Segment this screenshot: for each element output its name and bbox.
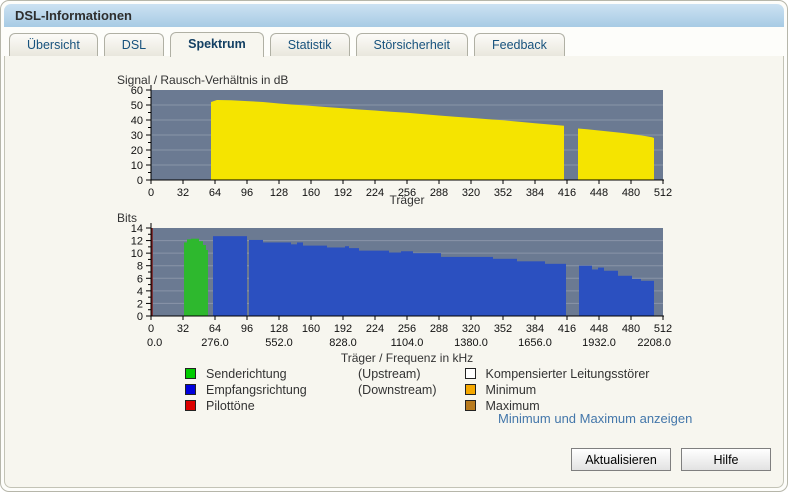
svg-text:512: 512 — [654, 323, 672, 335]
svg-text:1932.0: 1932.0 — [582, 337, 616, 349]
svg-text:60: 60 — [131, 85, 143, 97]
svg-text:288: 288 — [430, 323, 448, 335]
chart-svg: Bits024681012140 32 64 96 128 160 192 224 256 288… — [117, 211, 672, 365]
svg-text:552.0: 552.0 — [265, 337, 293, 349]
svg-text:64: 64 — [209, 187, 221, 199]
svg-text:10: 10 — [131, 160, 143, 172]
svg-text:128: 128 — [270, 323, 288, 335]
svg-text:276.0: 276.0 — [201, 337, 229, 349]
svg-text:12: 12 — [131, 236, 143, 248]
refresh-button[interactable]: Aktualisieren — [571, 448, 671, 471]
svg-text:192: 192 — [334, 187, 352, 199]
legend-item-kompensierter-leitungsstoerer: Kompensierter Leitungsstörer — [464, 366, 650, 381]
legend-label: Pilottöne — [206, 398, 255, 413]
svg-text:50: 50 — [131, 100, 143, 112]
svg-text:14: 14 — [131, 223, 143, 235]
svg-text:320: 320 — [462, 187, 480, 199]
svg-text:20: 20 — [131, 145, 143, 157]
legend-swatch-upstream — [185, 368, 196, 379]
svg-text:224: 224 — [366, 323, 384, 335]
svg-text:0: 0 — [137, 175, 143, 187]
tab-stoersicherheit[interactable]: Störsicherheit — [355, 33, 468, 56]
tab-dsl[interactable]: DSL — [103, 33, 165, 56]
svg-text:352: 352 — [494, 323, 512, 335]
legend-label: Minimum — [485, 382, 537, 397]
dsl-informationen-window: DSL-Informationen Übersicht DSL Spektrum St… — [0, 0, 788, 492]
svg-text:2208.0: 2208.0 — [637, 337, 671, 349]
legend-swatch-kompensierter-leitungsstoerer — [464, 368, 476, 379]
legend-swatch-maximum — [464, 400, 476, 411]
button-row: Aktualisieren Hilfe — [571, 448, 771, 471]
svg-text:224: 224 — [366, 187, 384, 199]
svg-text:160: 160 — [302, 187, 320, 199]
svg-text:128: 128 — [270, 187, 288, 199]
svg-text:40: 40 — [131, 115, 143, 127]
bits-chart: Bits 0 2 4 6 8 10 12 14 0 32 64 96 128 160 192 224 256 288… — [107, 210, 693, 371]
svg-text:352: 352 — [494, 187, 512, 199]
legend-swatch-downstream — [185, 384, 196, 395]
svg-text:96: 96 — [241, 187, 253, 199]
svg-text:384: 384 — [526, 323, 544, 335]
svg-text:1380.0: 1380.0 — [454, 337, 488, 349]
legend-label: Kompensierter Leitungsstörer — [485, 366, 650, 381]
legend-note: (Downstream) — [358, 382, 437, 397]
tab-spektrum[interactable]: Spektrum — [170, 32, 264, 57]
svg-text:288: 288 — [430, 187, 448, 199]
snr-chart: Signal / Rausch-Verhältnis in dB 0 10 20 30 4… — [107, 72, 679, 213]
window-panel: DSL-Informationen Übersicht DSL Spektrum St… — [0, 0, 788, 492]
svg-text:416: 416 — [558, 323, 576, 335]
spektrum-tab-panel: Signal / Rausch-Verhältnis in dB 0 10 20 30 4… — [4, 56, 784, 488]
legend-note: (Upstream) — [358, 366, 421, 381]
tab-statistik[interactable]: Statistik — [269, 33, 350, 56]
tab-feedback[interactable]: Feedback — [473, 33, 565, 56]
svg-text:6: 6 — [137, 273, 143, 285]
legend-swatch-pilottoene — [185, 400, 196, 411]
legend-label: Empfangsrichtung — [206, 382, 307, 397]
window-title: DSL-Informationen — [4, 4, 784, 27]
svg-text:192: 192 — [334, 323, 352, 335]
svg-text:32: 32 — [177, 323, 189, 335]
legend-item-downstream: Empfangsrichtung (Downstream) — [185, 382, 437, 397]
tab-bar: Übersicht DSL Spektrum Statistik Störsicherh… — [4, 27, 784, 57]
svg-text:1104.0: 1104.0 — [391, 337, 424, 349]
svg-text:32: 32 — [177, 187, 189, 199]
svg-text:480: 480 — [622, 187, 640, 199]
legend-swatch-minimum — [464, 384, 476, 395]
tab-uebersicht[interactable]: Übersicht — [9, 33, 98, 56]
svg-text:0: 0 — [148, 323, 154, 335]
svg-text:1656.0: 1656.0 — [518, 337, 552, 349]
svg-text:Träger: Träger — [390, 193, 425, 207]
svg-text:8: 8 — [137, 261, 143, 273]
svg-text:320: 320 — [462, 323, 480, 335]
svg-text:480: 480 — [622, 323, 640, 335]
svg-text:0.0: 0.0 — [147, 337, 162, 349]
legend-item-minimum: Minimum — [464, 382, 650, 397]
svg-text:828.0: 828.0 — [329, 337, 357, 349]
svg-text:0: 0 — [148, 187, 154, 199]
svg-text:10: 10 — [131, 248, 143, 260]
svg-text:2: 2 — [137, 298, 143, 310]
legend-label: Senderichtung — [206, 366, 287, 381]
svg-text:Träger / Frequenz in kHz: Träger / Frequenz in kHz — [341, 351, 473, 365]
svg-text:512: 512 — [654, 187, 672, 199]
chart-legend: Senderichtung (Upstream) Empfangsrichtung (… — [185, 366, 649, 413]
legend-item-upstream: Senderichtung (Upstream) — [185, 366, 437, 381]
svg-text:30: 30 — [131, 130, 143, 142]
svg-text:416: 416 — [558, 187, 576, 199]
svg-text:64: 64 — [209, 323, 221, 335]
legend-item-pilottoene: Pilottöne — [185, 398, 437, 413]
svg-text:96: 96 — [241, 323, 253, 335]
svg-text:0: 0 — [137, 311, 143, 323]
chart-svg: Signal / Rausch-Verhältnis in dB01020304… — [117, 73, 672, 207]
svg-text:448: 448 — [590, 187, 608, 199]
svg-text:384: 384 — [526, 187, 544, 199]
svg-text:160: 160 — [302, 323, 320, 335]
svg-text:256: 256 — [398, 323, 416, 335]
help-button[interactable]: Hilfe — [681, 448, 771, 471]
show-min-max-link[interactable]: Minimum und Maximum anzeigen — [498, 411, 692, 426]
svg-text:448: 448 — [590, 323, 608, 335]
svg-text:4: 4 — [137, 286, 143, 298]
